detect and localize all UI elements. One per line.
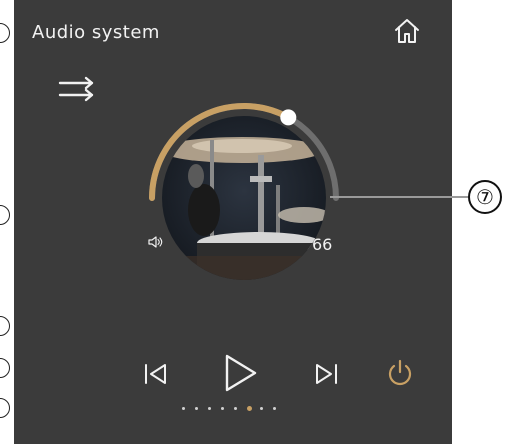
previous-button[interactable] xyxy=(142,360,170,388)
callout-marker xyxy=(0,398,10,418)
callout-marker xyxy=(0,316,10,336)
page-dot[interactable] xyxy=(260,407,263,410)
power-icon xyxy=(388,359,412,386)
page-dot[interactable] xyxy=(208,407,211,410)
play-icon xyxy=(225,354,257,392)
skip-previous-icon xyxy=(145,364,166,384)
callout-marker xyxy=(0,358,10,378)
page-indicator xyxy=(182,404,292,414)
callout-line xyxy=(330,196,468,198)
page-dot[interactable] xyxy=(195,407,198,410)
page-dot[interactable] xyxy=(182,407,185,410)
album-artwork xyxy=(162,116,326,280)
page-dot-active[interactable] xyxy=(247,406,252,411)
power-button[interactable] xyxy=(384,357,416,389)
skip-next-icon xyxy=(316,364,337,384)
speaker-icon xyxy=(148,236,163,248)
callout-number: ⑦ xyxy=(468,180,502,214)
audio-system-panel: Audio system 66 xyxy=(14,0,452,444)
next-button[interactable] xyxy=(312,360,340,388)
page-dot[interactable] xyxy=(273,407,276,410)
play-button[interactable] xyxy=(219,353,259,393)
callout-marker xyxy=(0,23,10,43)
callout-marker xyxy=(0,205,10,225)
volume-value: 66 xyxy=(312,235,333,254)
page-dot[interactable] xyxy=(234,407,237,410)
volume-knob[interactable] xyxy=(280,109,297,126)
page-dot[interactable] xyxy=(221,407,224,410)
